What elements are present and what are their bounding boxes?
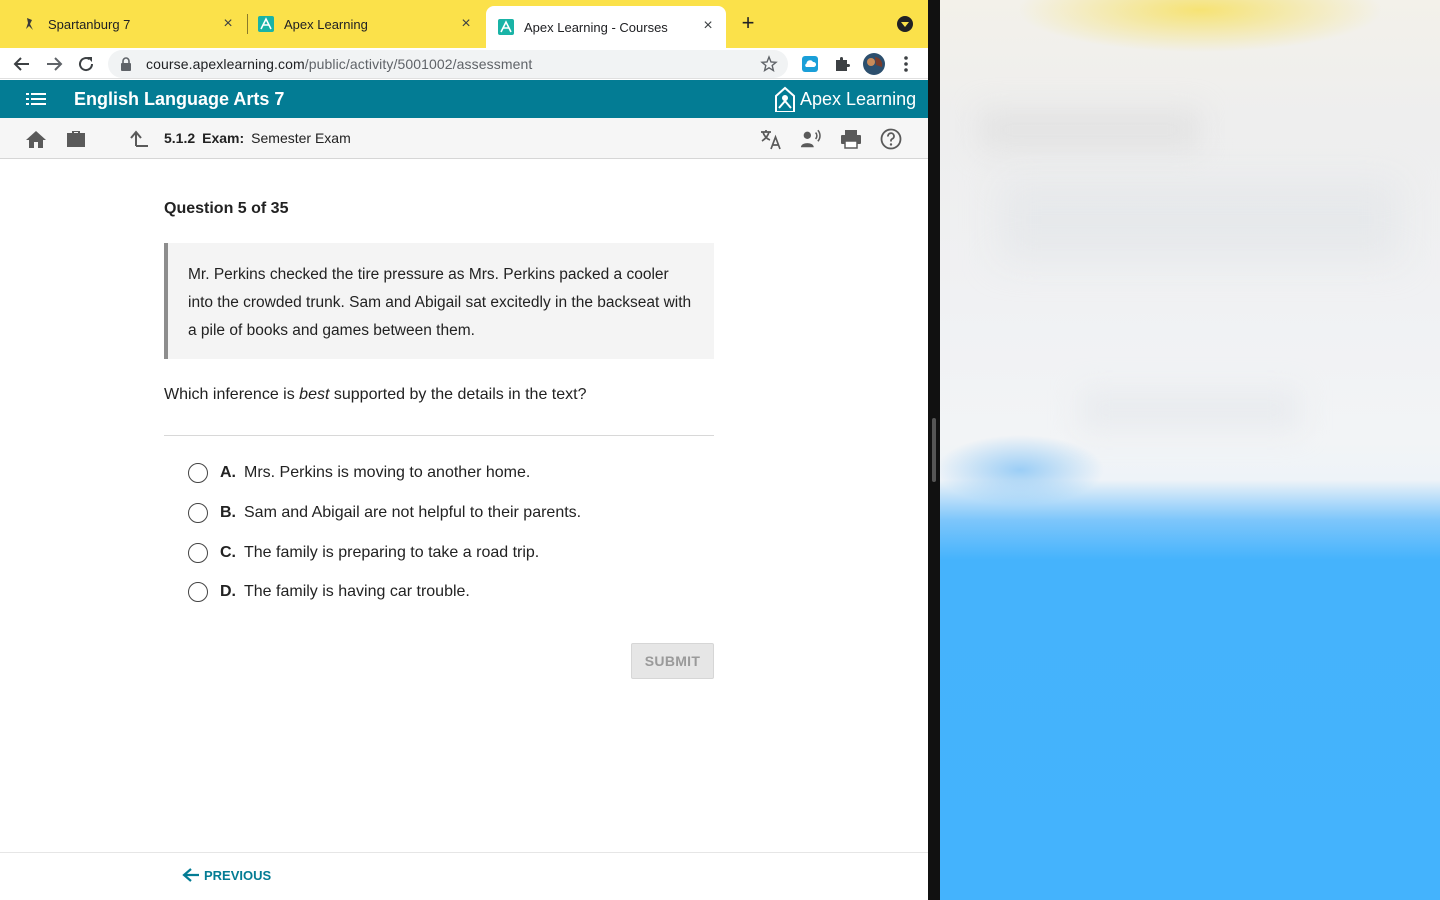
radio-button[interactable] [188, 503, 208, 523]
profile-avatar[interactable] [862, 52, 886, 76]
previous-button[interactable]: PREVIOUS [182, 867, 271, 883]
tab-strip: Spartanburg 7 × Apex Learning × Apex Lea… [0, 0, 928, 48]
close-tab-icon[interactable]: × [458, 16, 474, 32]
wallpaper-blur [980, 110, 1200, 150]
menu-list-icon[interactable] [26, 91, 46, 107]
text-to-speech-icon[interactable] [800, 128, 822, 150]
choice-letter: C. [220, 544, 236, 561]
split-view-handle[interactable] [932, 418, 936, 482]
tab-title: Spartanburg 7 [48, 16, 131, 32]
radio-button[interactable] [188, 582, 208, 602]
wallpaper-blur [1000, 180, 1400, 260]
extensions-puzzle-icon[interactable] [830, 52, 854, 76]
close-tab-icon[interactable]: × [700, 18, 716, 34]
divider [164, 435, 714, 436]
choice-text: Mrs. Perkins is moving to another home. [244, 464, 531, 481]
breadcrumb-title: Semester Exam [251, 130, 351, 146]
choice-letter: B. [220, 504, 236, 521]
activity-toolbar: 5.1.2 Exam: Semester Exam [0, 118, 928, 159]
question-counter: Question 5 of 35 [164, 200, 289, 217]
reload-icon[interactable] [74, 52, 98, 76]
new-tab-plus-icon[interactable]: + [736, 12, 760, 36]
spartanburg-favicon-icon [22, 16, 38, 32]
previous-label: PREVIOUS [204, 867, 272, 883]
tab-search-chevron-icon[interactable] [897, 16, 913, 32]
apex-logo-mark-icon [775, 86, 795, 112]
up-arrow-icon[interactable] [128, 128, 150, 150]
briefcase-icon[interactable] [65, 128, 87, 150]
answer-choice-b[interactable]: B. Sam and Abigail are not helpful to th… [188, 502, 581, 524]
tab-title: Apex Learning [284, 16, 368, 32]
answer-choice-c[interactable]: C. The family is preparing to take a roa… [188, 542, 539, 564]
tab-apex-learning[interactable]: Apex Learning × [258, 0, 484, 48]
choice-text: The family is having car trouble. [244, 583, 470, 600]
address-bar[interactable]: course.apexlearning.com/public/activity/… [108, 50, 788, 78]
wallpaper-blur [1080, 390, 1300, 430]
question-prompt: Which inference is best supported by the… [164, 386, 587, 403]
bookmark-star-icon[interactable] [760, 55, 778, 73]
answer-choice-a[interactable]: A. Mrs. Perkins is moving to another hom… [188, 462, 530, 484]
desktop-wallpaper [940, 0, 1440, 900]
lock-icon [120, 57, 134, 71]
logo-text: Apex Learning [800, 88, 917, 109]
extension-cloud-icon[interactable] [798, 52, 822, 76]
tab-separator [247, 14, 248, 34]
radio-button[interactable] [188, 543, 208, 563]
browser-window: Spartanburg 7 × Apex Learning × Apex Lea… [0, 0, 928, 900]
activity-footer: PREVIOUS [0, 852, 928, 900]
back-arrow-icon[interactable] [10, 52, 34, 76]
tab-apex-courses[interactable]: Apex Learning - Courses × [486, 6, 726, 48]
help-icon[interactable] [880, 128, 902, 150]
tab-title: Apex Learning - Courses [524, 19, 668, 35]
breadcrumb-type: Exam: [202, 130, 245, 146]
apex-favicon-icon [498, 19, 514, 35]
browser-toolbar: course.apexlearning.com/public/activity/… [0, 48, 928, 79]
course-header: English Language Arts 7 Apex Learning [0, 80, 928, 118]
reading-passage: Mr. Perkins checked the tire pressure as… [164, 243, 714, 359]
submit-button[interactable]: SUBMIT [631, 643, 714, 679]
arrow-left-icon [182, 868, 199, 882]
split-view-divider[interactable] [928, 0, 940, 900]
home-icon[interactable] [25, 128, 47, 150]
course-title: English Language Arts 7 [74, 89, 285, 109]
browser-menu-kebab-icon[interactable] [894, 52, 918, 76]
assessment-content: Question 5 of 35 Mr. Perkins checked the… [0, 160, 928, 852]
forward-arrow-icon[interactable] [42, 52, 66, 76]
close-tab-icon[interactable]: × [220, 16, 236, 32]
choice-text: The family is preparing to take a road t… [244, 544, 540, 561]
tab-spartanburg[interactable]: Spartanburg 7 × [22, 0, 246, 48]
choice-letter: D. [220, 583, 236, 600]
breadcrumb: 5.1.2 Exam: Semester Exam [164, 130, 351, 146]
print-icon[interactable] [840, 128, 862, 150]
breadcrumb-number: 5.1.2 [164, 130, 196, 146]
radio-button[interactable] [188, 463, 208, 483]
choice-letter: A. [220, 464, 236, 481]
translate-icon[interactable] [760, 128, 782, 150]
answer-choice-d[interactable]: D. The family is having car trouble. [188, 581, 470, 603]
choice-text: Sam and Abigail are not helpful to their… [244, 504, 582, 521]
apex-favicon-icon [258, 16, 274, 32]
url-text: course.apexlearning.com/public/activity/… [146, 56, 533, 72]
apex-logo: Apex Learning [774, 86, 916, 112]
